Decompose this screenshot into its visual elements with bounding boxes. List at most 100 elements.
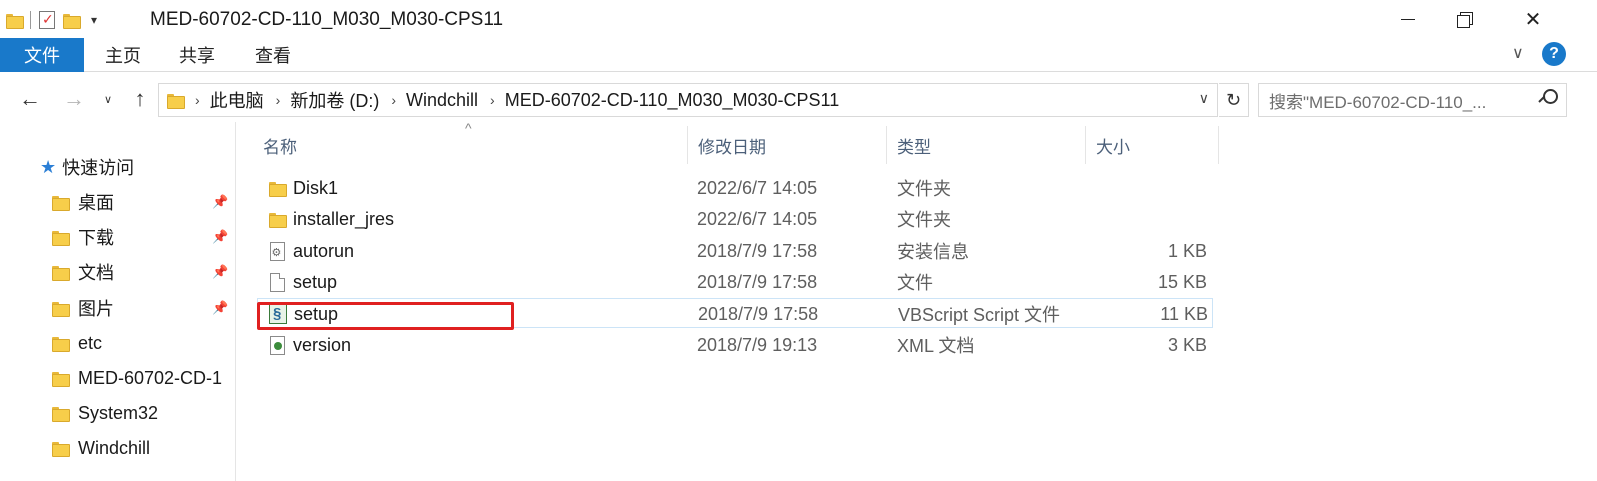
pictures-folder-icon xyxy=(52,301,70,317)
address-bar[interactable]: › 此电脑 › 新加卷 (D:) › Windchill › MED-60702… xyxy=(158,83,1218,117)
new-folder-icon[interactable] xyxy=(63,13,81,29)
file-row-autorun[interactable]: autorun 2018/7/9 17:58 安装信息 1 KB xyxy=(257,236,1213,266)
sidebar-item-label: MED-60702-CD-1 xyxy=(78,367,223,388)
file-size: 15 KB xyxy=(1157,271,1207,292)
help-icon[interactable]: ? xyxy=(1542,42,1566,66)
column-header-type[interactable]: 类型 xyxy=(887,126,1086,164)
quick-access-toolbar: ▾ xyxy=(6,9,97,31)
file-date: 2018/7/9 17:58 xyxy=(698,303,819,324)
file-name: setup xyxy=(293,271,338,292)
file-icon-cell xyxy=(265,267,289,297)
file-row-setup[interactable]: setup 2018/7/9 17:58 文件 15 KB xyxy=(257,267,1213,297)
ribbon: 文件 主页 共享 查看 ∨ ? xyxy=(0,38,1597,72)
folder-icon xyxy=(52,441,70,457)
search-placeholder: 搜索"MED-60702-CD-110_... xyxy=(1269,92,1487,112)
file-size: 11 KB xyxy=(1160,303,1208,324)
pin-icon[interactable]: 📌 xyxy=(212,264,228,280)
refresh-button[interactable]: ↻ xyxy=(1219,83,1249,117)
breadcrumb-separator[interactable]: › xyxy=(391,92,396,108)
file-type: 文件 xyxy=(897,273,933,293)
file-name: version xyxy=(293,334,352,355)
tab-view[interactable]: 查看 xyxy=(242,38,304,72)
toolbar-separator xyxy=(30,11,31,29)
sidebar-item-quick-access[interactable]: ★ 快速访问 xyxy=(0,152,236,182)
close-icon: ✕ xyxy=(1524,8,1542,31)
sidebar-item-label: System32 xyxy=(78,402,159,423)
breadcrumb-separator[interactable]: › xyxy=(490,92,495,108)
column-header-size[interactable]: 大小 xyxy=(1086,126,1219,164)
file-row-installer-jres[interactable]: installer_jres 2022/6/7 14:05 文件夹 xyxy=(257,204,1213,234)
sidebar-item-pictures[interactable]: 图片 📌 xyxy=(0,293,236,323)
expand-ribbon-chevron-icon[interactable]: ∨ xyxy=(1512,43,1524,63)
breadcrumb-windchill[interactable]: Windchill xyxy=(406,90,478,111)
folder-icon xyxy=(269,212,287,228)
close-button[interactable]: ✕ xyxy=(1503,0,1563,38)
sidebar-item-system32[interactable]: System32 xyxy=(0,398,236,428)
search-input[interactable]: 搜索"MED-60702-CD-110_... xyxy=(1258,83,1567,117)
pin-icon[interactable]: 📌 xyxy=(212,300,228,316)
pin-icon[interactable]: 📌 xyxy=(212,194,228,210)
sidebar-item-label: 快速访问 xyxy=(62,158,135,178)
star-icon: ★ xyxy=(40,156,57,177)
breadcrumb-drive-d[interactable]: 新加卷 (D:) xyxy=(290,87,379,113)
breadcrumb-separator[interactable]: › xyxy=(276,92,281,108)
folder-icon xyxy=(269,181,287,197)
file-size xyxy=(1017,204,1207,234)
back-button[interactable]: ← xyxy=(14,84,46,114)
file-icon-cell xyxy=(265,330,289,360)
file-size xyxy=(1017,173,1207,203)
tab-share[interactable]: 共享 xyxy=(166,38,228,72)
file-name: installer_jres xyxy=(293,208,395,229)
sidebar-item-label: 文档 xyxy=(78,263,114,283)
breadcrumb-separator[interactable]: › xyxy=(195,92,200,108)
setup-info-icon xyxy=(269,241,285,261)
folder-icon xyxy=(52,406,70,422)
sidebar-item-desktop[interactable]: 桌面 📌 xyxy=(0,187,236,217)
up-button[interactable]: ↑ xyxy=(124,84,156,114)
customize-toolbar-dropdown[interactable]: ▾ xyxy=(91,13,97,27)
recent-locations-dropdown[interactable]: ∨ xyxy=(98,84,118,114)
sidebar-item-med-folder[interactable]: MED-60702-CD-1 xyxy=(0,363,236,393)
breadcrumb-current-folder[interactable]: MED-60702-CD-110_M030_M030-CPS11 xyxy=(505,90,840,111)
file-icon-cell xyxy=(265,204,289,234)
sidebar-item-downloads[interactable]: 下载 📌 xyxy=(0,222,236,252)
xml-icon xyxy=(269,335,285,355)
minimize-button[interactable] xyxy=(1378,0,1438,38)
column-header-date[interactable]: 修改日期 xyxy=(688,126,887,164)
file-row-disk1[interactable]: Disk1 2022/6/7 14:05 文件夹 xyxy=(257,173,1213,203)
sidebar-item-label: etc xyxy=(78,332,103,353)
sidebar-item-etc[interactable]: etc xyxy=(0,328,236,358)
properties-icon[interactable] xyxy=(39,11,55,29)
folder-icon xyxy=(52,371,70,387)
sidebar-item-windchill[interactable]: Windchill xyxy=(0,433,236,463)
tab-home[interactable]: 主页 xyxy=(92,38,154,72)
folder-icon xyxy=(52,336,70,352)
sidebar-item-label: 桌面 xyxy=(78,193,114,213)
file-icon xyxy=(269,272,285,292)
file-row-version[interactable]: version 2018/7/9 19:13 XML 文档 3 KB xyxy=(257,330,1213,360)
restore-button[interactable] xyxy=(1434,0,1494,38)
sidebar-item-label: Windchill xyxy=(78,437,151,458)
restore-icon xyxy=(1457,12,1473,28)
file-date: 2018/7/9 17:58 xyxy=(697,271,818,292)
file-date: 2018/7/9 17:58 xyxy=(697,240,818,261)
pin-icon[interactable]: 📌 xyxy=(212,229,228,245)
column-header-name[interactable]: 名称 xyxy=(237,126,688,164)
window-title: MED-60702-CD-110_M030_M030-CPS11 xyxy=(150,9,504,30)
downloads-folder-icon xyxy=(52,230,70,246)
address-history-chevron-icon[interactable]: ∨ xyxy=(1199,90,1209,107)
folder-icon xyxy=(6,13,24,29)
file-name: autorun xyxy=(293,240,355,261)
navigation-pane: ★ 快速访问 桌面 📌 下载 📌 文档 📌 图片 📌 etc MED-60702… xyxy=(0,122,236,481)
file-type: 文件夹 xyxy=(897,179,951,199)
file-icon-cell xyxy=(265,173,289,203)
breadcrumb-this-pc[interactable]: 此电脑 xyxy=(210,87,264,113)
file-type: 文件夹 xyxy=(897,210,951,230)
file-icon-cell xyxy=(265,236,289,266)
sidebar-item-documents[interactable]: 文档 📌 xyxy=(0,257,236,287)
tab-file[interactable]: 文件 xyxy=(0,38,84,72)
search-icon[interactable] xyxy=(1538,89,1558,109)
forward-button[interactable]: → xyxy=(58,84,90,114)
file-type: XML 文档 xyxy=(897,336,975,356)
file-size: 1 KB xyxy=(1167,240,1207,261)
